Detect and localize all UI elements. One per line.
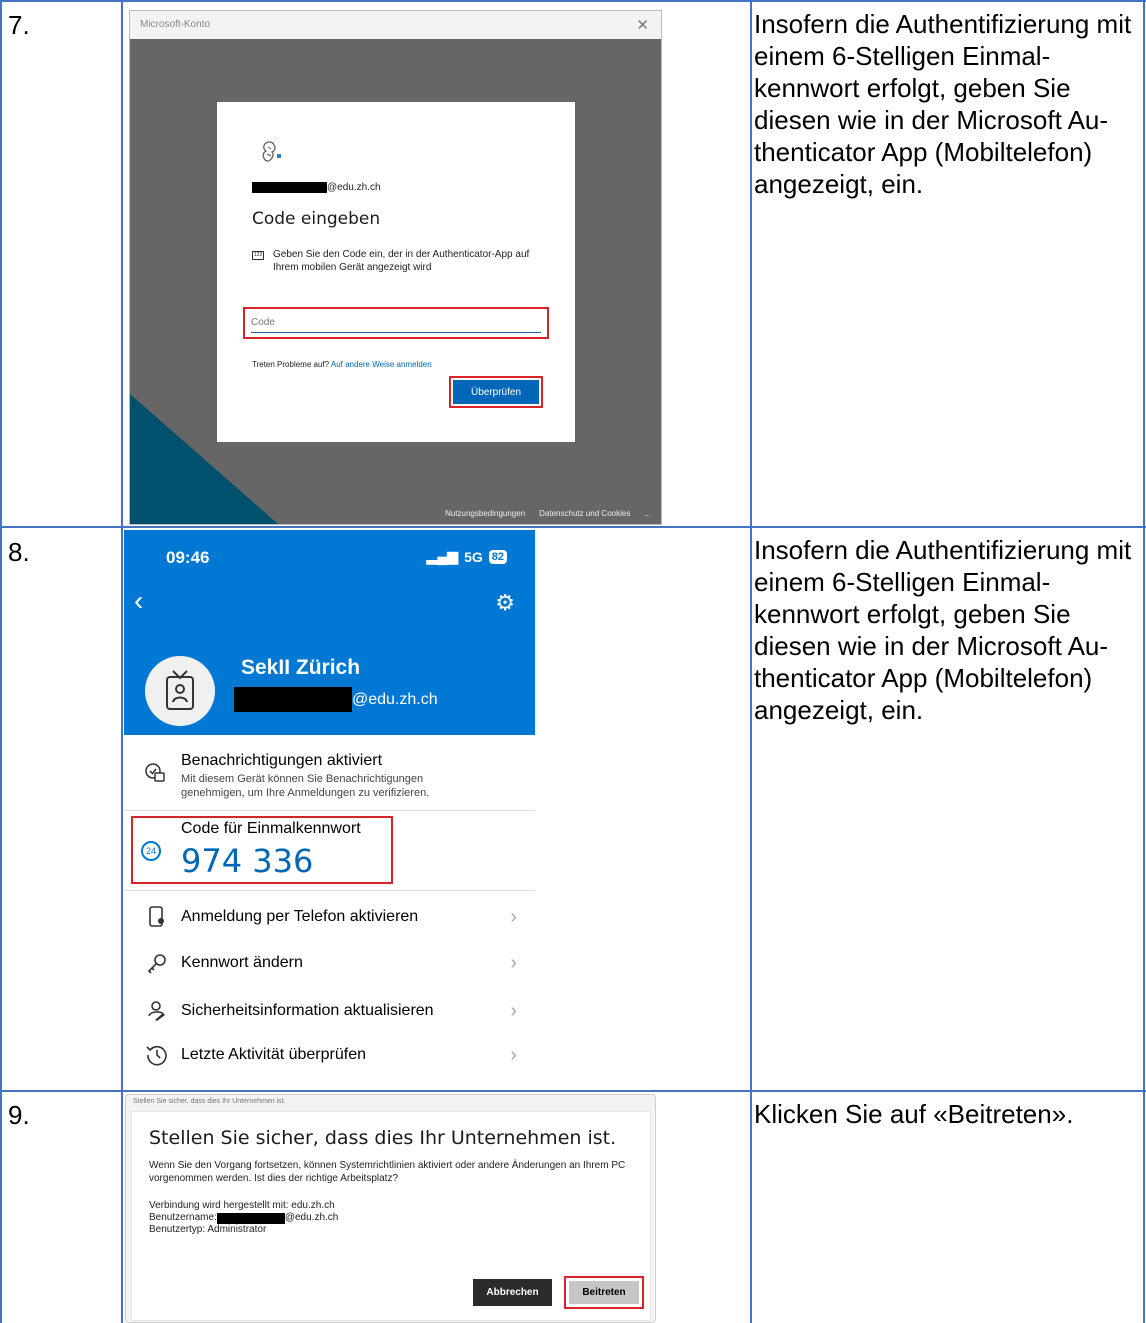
- help-line: Treten Probleme auf? Auf andere Weise an…: [252, 360, 432, 369]
- username-domain: @edu.zh.ch: [284, 1212, 339, 1223]
- otp-code: 974 336: [181, 842, 314, 880]
- menu-item-recent-activity[interactable]: Letzte Aktivität überprüfen ›: [124, 1032, 535, 1078]
- table-border-right: [1143, 0, 1145, 1323]
- chevron-right-icon: ›: [510, 1043, 517, 1066]
- dialog-heading: Stellen Sie sicher, dass dies Ihr Untern…: [149, 1127, 617, 1149]
- gear-icon[interactable]: ⚙: [495, 590, 515, 616]
- instruction-table: 7. 8. 9. Insofern die Authentifizierung …: [0, 0, 1146, 1323]
- step-number: 8.: [8, 537, 30, 567]
- code-input[interactable]: [251, 313, 541, 333]
- step-number: 9.: [8, 1100, 30, 1130]
- cancel-button[interactable]: Abbrechen: [473, 1279, 552, 1306]
- redacted-username: [216, 1212, 285, 1224]
- close-icon[interactable]: ✕: [636, 16, 649, 34]
- more-options-icon[interactable]: ...: [644, 509, 651, 518]
- privacy-link[interactable]: Datenschutz und Cookies: [539, 509, 630, 518]
- network-type: 5G: [464, 548, 483, 565]
- badge-icon: [166, 670, 194, 710]
- page-title: Code eingeben: [252, 209, 381, 229]
- chevron-right-icon: ›: [510, 999, 517, 1022]
- key-icon: [145, 951, 169, 975]
- redacted-username: [252, 182, 327, 193]
- username-line: Benutzername: @edu.zh.ch: [149, 1212, 338, 1224]
- join-organization-dialog: Stellen Sie sicher, dass dies Ihr Untern…: [125, 1094, 656, 1323]
- verify-button[interactable]: Überprüfen: [453, 380, 539, 404]
- redacted-username: [234, 687, 352, 712]
- notifications-title: Benachrichtigungen aktiviert: [181, 752, 383, 769]
- menu-item-label: Anmeldung per Telefon aktivieren: [181, 908, 419, 925]
- avatar: [145, 656, 215, 726]
- username-label: Benutzername:: [149, 1212, 217, 1223]
- terms-link[interactable]: Nutzungsbedingungen: [445, 509, 525, 518]
- window-titlebar: Microsoft-Konto ✕: [130, 11, 661, 39]
- microsoft-account-window: Microsoft-Konto ✕ @edu.zh.ch Code eingeb…: [129, 10, 662, 525]
- authenticator-app-screen: 09:46 ▂▄▆ 5G 82 ‹ ⚙ SekII Zürich @edu.zh…: [124, 530, 535, 1087]
- table-column-divider: [121, 0, 123, 1323]
- table-border-left: [0, 0, 2, 1323]
- table-row-divider: [0, 0, 1146, 2]
- dialog-text: Wenn Sie den Vorgang fortsetzen, können …: [149, 1160, 626, 1184]
- email-domain: @edu.zh.ch: [327, 182, 381, 193]
- battery-level: 82: [488, 549, 507, 564]
- info-text: 123 Geben Sie den Code ein, der in der A…: [252, 248, 552, 274]
- table-row-divider: [0, 1090, 1146, 1092]
- connection-info: Verbindung wird hergestellt mit: edu.zh.…: [149, 1200, 338, 1236]
- account-header: 09:46 ▂▄▆ 5G 82 ‹ ⚙ SekII Zürich @edu.zh…: [124, 530, 535, 735]
- sign-in-card: @edu.zh.ch Code eingeben 123 Geben Sie d…: [217, 102, 575, 442]
- notifications-description-line: genehmigen, um Ihre Anmeldungen zu verif…: [181, 787, 430, 799]
- alternative-sign-in-link[interactable]: Auf andere Weise anmelden: [331, 360, 432, 369]
- back-icon[interactable]: ‹: [134, 585, 143, 617]
- table-row-divider: [0, 526, 1146, 528]
- highlight-verify-button: Überprüfen: [449, 376, 543, 408]
- divider: [124, 890, 535, 891]
- step-instruction: Klicken Sie auf «Beitreten».: [754, 1099, 1074, 1129]
- otp-label: Code für Einmalkennwort: [181, 820, 361, 837]
- status-time: 09:46: [166, 548, 210, 567]
- email-domain: @edu.zh.ch: [352, 690, 438, 708]
- step-instruction: Insofern die Authentifizierung mit einem…: [754, 535, 1132, 725]
- menu-item-phone-sign-in[interactable]: Anmeldung per Telefon aktivieren ›: [124, 894, 535, 940]
- step-instruction: Insofern die Authentifizierung mit einem…: [754, 9, 1132, 199]
- info-message: Geben Sie den Code ein, der in der Authe…: [273, 249, 530, 273]
- account-email: @edu.zh.ch: [234, 687, 438, 712]
- dialog-body: Stellen Sie sicher, dass dies Ihr Untern…: [131, 1111, 651, 1321]
- account-email: @edu.zh.ch: [252, 182, 381, 193]
- signal-icon: ▂▄▆: [426, 548, 459, 564]
- notifications-description: Mit diesem Gerät können Sie Benachrichti…: [181, 772, 429, 800]
- phone-sign-in-icon: [145, 905, 169, 929]
- canton-zurich-logo-icon: [262, 141, 281, 162]
- menu-item-label: Letzte Aktivität überprüfen: [181, 1046, 366, 1063]
- menu-item-security-info[interactable]: Sicherheitsinformation aktualisieren ›: [124, 988, 535, 1034]
- organization-name: SekII Zürich: [241, 656, 361, 679]
- history-icon: [145, 1043, 169, 1067]
- window-footer: Nutzungsbedingungen Datenschutz und Cook…: [445, 509, 661, 518]
- notifications-description-line: Mit diesem Gerät können Sie Benachrichti…: [181, 773, 424, 785]
- connection-line: Verbindung wird hergestellt mit: edu.zh.…: [149, 1200, 335, 1211]
- chevron-right-icon: ›: [510, 951, 517, 974]
- join-button[interactable]: Beitreten: [569, 1281, 639, 1304]
- window-title: Stellen Sie sicher, dass dies Ihr Untern…: [133, 1098, 286, 1105]
- highlight-code-field: [243, 307, 549, 339]
- status-bar-right: ▂▄▆ 5G 82: [427, 548, 507, 565]
- table-column-divider: [750, 0, 752, 1323]
- menu-item-label: Sicherheitsinformation aktualisieren: [181, 1002, 434, 1019]
- menu-item-change-password[interactable]: Kennwort ändern ›: [124, 940, 535, 986]
- notification-check-icon: [145, 763, 165, 782]
- highlight-join-button: Beitreten: [564, 1276, 644, 1309]
- chevron-right-icon: ›: [510, 905, 517, 928]
- usertype-line: Benutzertyp: Administrator: [149, 1224, 267, 1235]
- person-edit-icon: [145, 999, 169, 1023]
- otp-timer: 24: [141, 841, 161, 861]
- help-text: Treten Probleme auf?: [252, 360, 330, 369]
- window-title: Microsoft-Konto: [140, 19, 211, 30]
- menu-item-label: Kennwort ändern: [181, 954, 303, 971]
- code-keypad-icon: 123: [252, 251, 264, 260]
- step-number: 7.: [8, 10, 30, 40]
